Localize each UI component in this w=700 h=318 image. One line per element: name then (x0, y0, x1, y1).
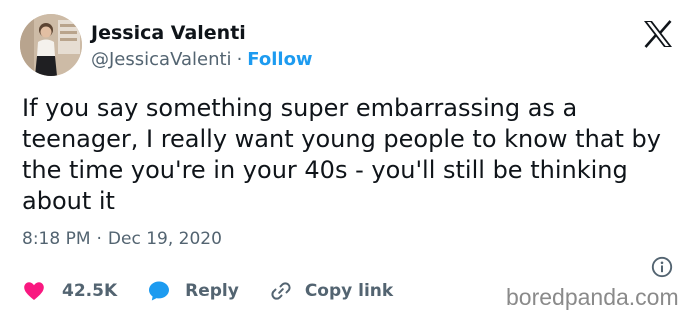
follow-button[interactable]: Follow (247, 49, 312, 70)
link-icon (271, 282, 291, 300)
like-button[interactable]: 42.5K (22, 279, 117, 303)
avatar[interactable] (20, 14, 82, 76)
avatar-image (20, 14, 82, 76)
tweet-date: Dec 19, 2020 (107, 229, 222, 249)
reply-button[interactable]: Reply (147, 279, 239, 303)
watermark: boredpanda.com (506, 284, 679, 310)
tweet-timestamp[interactable]: 8:18 PM · Dec 19, 2020 (22, 229, 222, 249)
handle-separator: · (236, 49, 243, 70)
timestamp-separator: · (96, 229, 102, 249)
tweet-time: 8:18 PM (22, 229, 91, 249)
action-bar: 42.5K Reply Copy link (22, 278, 393, 304)
heart-icon (24, 282, 44, 300)
like-count: 42.5K (62, 281, 118, 301)
author-meta: @JessicaValenti · Follow (91, 49, 313, 70)
author-handle[interactable]: @JessicaValenti (91, 49, 232, 70)
copy-link-button[interactable]: Copy link (269, 279, 393, 303)
info-icon[interactable] (651, 256, 673, 278)
speech-bubble-icon (149, 281, 170, 301)
reply-label: Reply (185, 281, 239, 301)
author-name[interactable]: Jessica Valenti (91, 22, 246, 44)
tweet-text: If you say something super embarrassing … (22, 94, 661, 215)
x-logo-icon[interactable] (643, 20, 673, 48)
copy-link-label: Copy link (304, 281, 394, 301)
